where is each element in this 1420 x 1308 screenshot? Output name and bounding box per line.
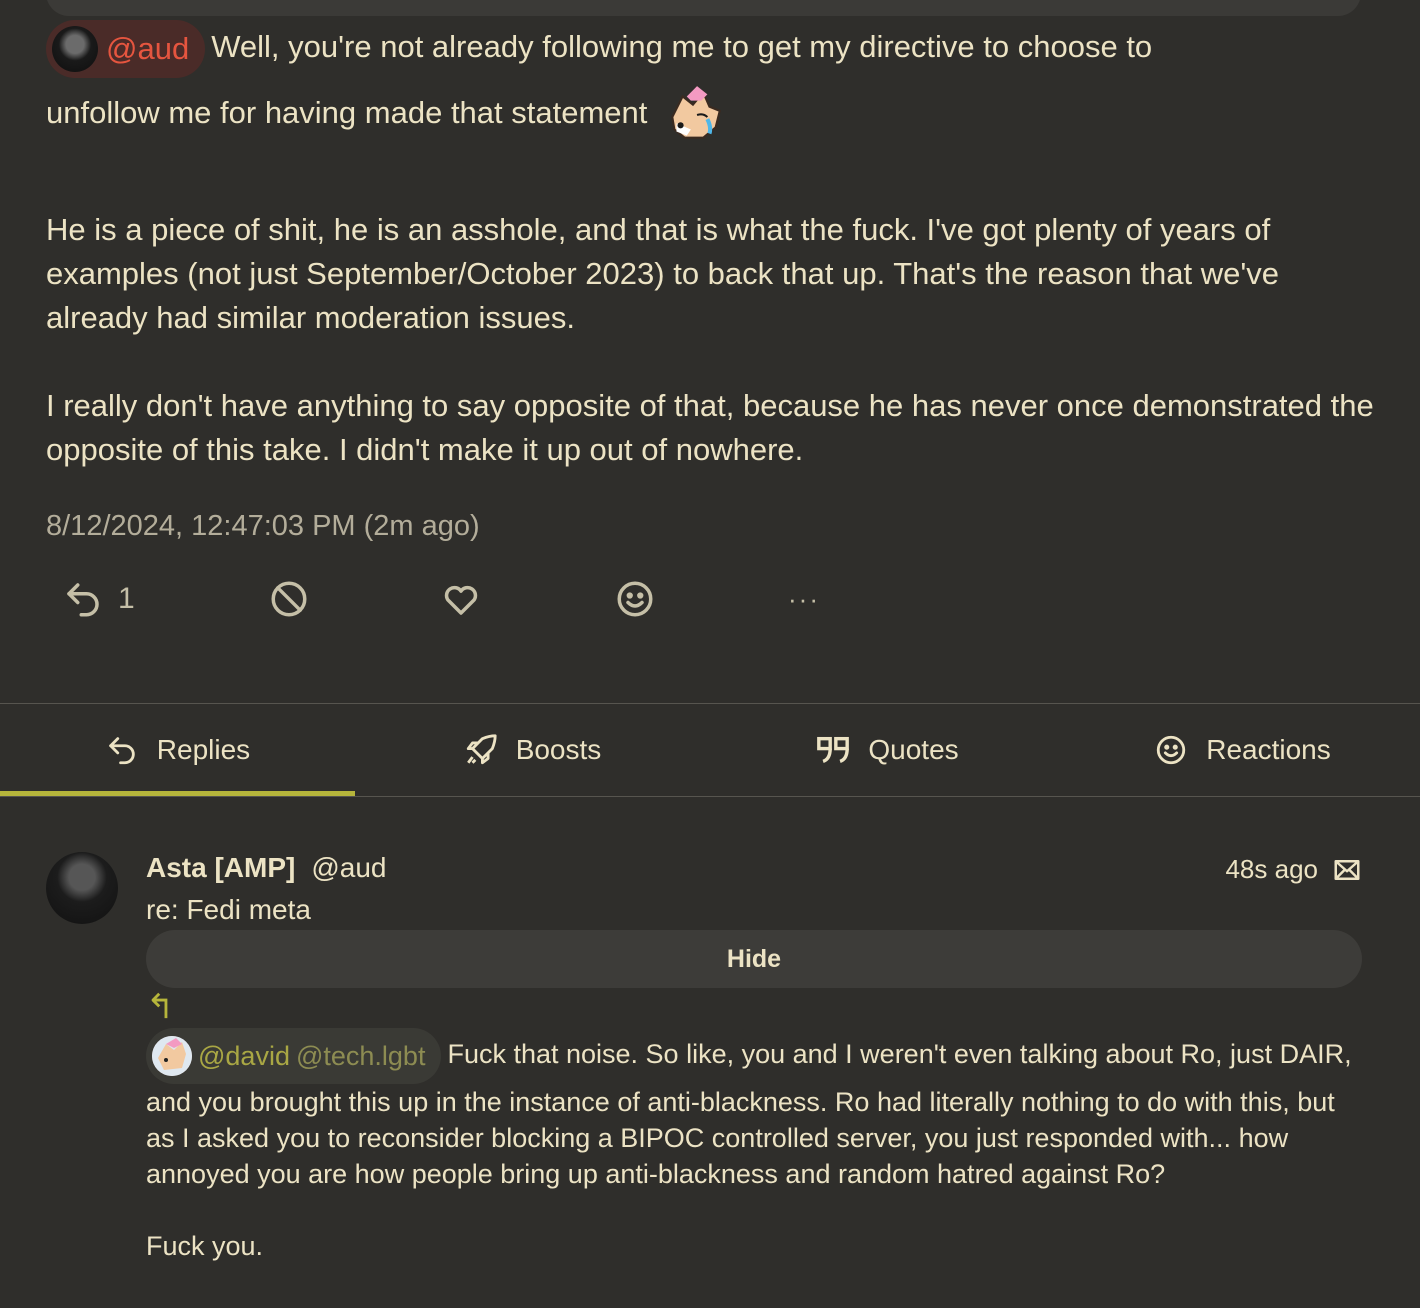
reply-header: Asta [AMP] @aud xyxy=(146,852,1362,892)
tab-bar: Replies Boosts Quotes Reactions xyxy=(0,704,1420,796)
post-content: @aud Well, you're not already following … xyxy=(46,20,1376,472)
quote-icon xyxy=(817,736,850,763)
fox-emoji-icon xyxy=(671,86,721,139)
hide-button[interactable]: Hide xyxy=(146,930,1362,988)
avatar xyxy=(52,26,98,72)
reply-content: @david @tech.lgbt Fuck that noise. So lik… xyxy=(146,1028,1362,1264)
post-timestamp[interactable]: 8/12/2024, 12:47:03 PM (2m ago) xyxy=(46,510,1376,543)
reply-time-label: 48s ago xyxy=(1225,854,1318,884)
mention-aud[interactable]: @aud xyxy=(46,20,206,78)
post-paragraph-2: He is a piece of shit, he is an asshole,… xyxy=(46,212,1280,335)
post-line2: unfollow me for having made that stateme… xyxy=(46,95,648,131)
react-button[interactable] xyxy=(614,578,788,620)
more-button[interactable]: ··· xyxy=(788,584,848,615)
tab-boosts[interactable]: Boosts xyxy=(355,704,710,796)
heart-icon xyxy=(444,585,478,615)
tab-replies[interactable]: Replies xyxy=(0,704,355,796)
avatar xyxy=(152,1036,192,1076)
mention-user: @david xyxy=(198,1041,290,1071)
more-icon: ··· xyxy=(788,583,820,614)
smiley-icon xyxy=(1157,735,1186,765)
envelope-icon xyxy=(1334,859,1360,880)
tab-label: Boosts xyxy=(515,734,602,765)
tab-label: Replies xyxy=(156,734,251,765)
reply-icon xyxy=(109,737,135,765)
post-paragraph-3: I really don't have anything to say oppo… xyxy=(46,388,1374,467)
avatar[interactable] xyxy=(46,852,118,924)
smiley-icon xyxy=(617,581,653,617)
main-post: @aud Well, you're not already following … xyxy=(46,20,1376,543)
favorite-button[interactable] xyxy=(440,578,614,620)
reply-button[interactable]: 1 xyxy=(62,578,238,620)
content-warning: re: Fedi meta xyxy=(146,894,311,925)
reply-text-last: Fuck you. xyxy=(146,1231,264,1261)
tab-label: Quotes xyxy=(868,734,959,765)
reply-count: 1 xyxy=(118,582,135,615)
reply-icon xyxy=(67,583,99,617)
rocket-icon xyxy=(466,734,497,765)
in-reply-to-icon[interactable]: ↰ xyxy=(146,990,1362,1024)
display-name[interactable]: Asta [AMP] xyxy=(146,852,295,884)
divider xyxy=(0,796,1420,797)
tab-label: Reactions xyxy=(1206,734,1331,765)
mention-david[interactable]: @david @tech.lgbt xyxy=(146,1028,442,1084)
post-line1: Well, you're not already following me to… xyxy=(211,29,1153,65)
boost-disabled-button[interactable] xyxy=(268,578,440,620)
handle[interactable]: @aud xyxy=(311,852,386,884)
mention-host: @tech.lgbt xyxy=(295,1041,426,1071)
reply-post: 48s ago Asta [AMP] @aud re: Fedi meta Hi… xyxy=(46,852,1362,1264)
reply-time[interactable]: 48s ago xyxy=(1225,854,1362,885)
tab-reactions[interactable]: Reactions xyxy=(1065,704,1420,796)
blocked-icon xyxy=(271,581,307,617)
tab-quotes[interactable]: Quotes xyxy=(710,704,1065,796)
reply-body: Asta [AMP] @aud re: Fedi meta Hide ↰ @da… xyxy=(146,852,1362,1264)
top-bar xyxy=(46,0,1361,16)
post-actions: 1 ··· xyxy=(62,578,848,620)
